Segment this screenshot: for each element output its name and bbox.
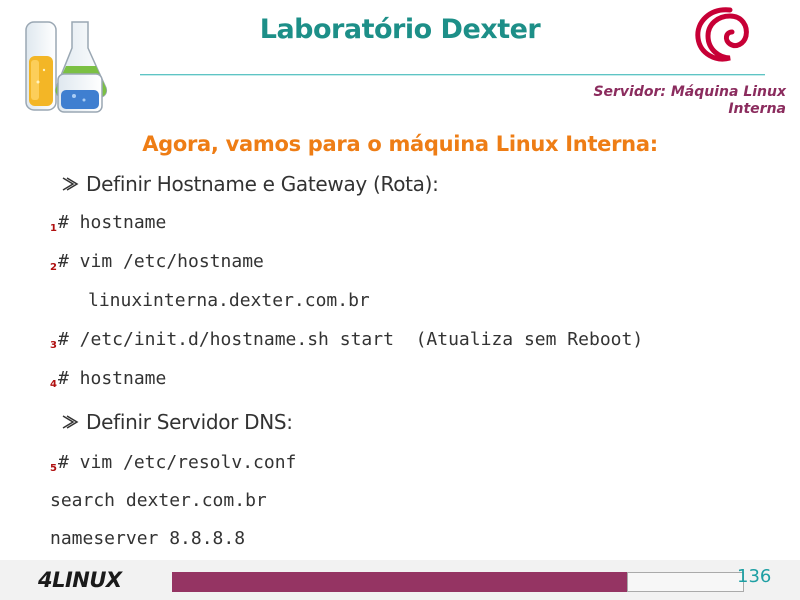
bullet-text: Definir Hostname e Gateway (Rota):	[86, 172, 439, 196]
command-text: # vim /etc/resolv.conf	[57, 452, 297, 473]
code-line: 4# hostname	[50, 368, 167, 390]
code-line: 3# /etc/init.d/hostname.sh start (Atuali…	[50, 329, 644, 351]
code-line: 2# vim /etc/hostname	[50, 251, 264, 273]
footer-logo: 4LINUX	[38, 568, 122, 592]
file-content-line: linuxinterna.dexter.com.br	[88, 290, 370, 311]
step-number: 5	[50, 463, 57, 474]
footer-progress-bar	[172, 572, 627, 592]
step-number: 2	[50, 262, 57, 273]
arrow-bullet-icon	[62, 415, 79, 429]
section-label: Servidor: Máquina Linux Interna	[593, 84, 786, 118]
command-text: # hostname	[57, 368, 167, 389]
bullet-text: Definir Servidor DNS:	[86, 410, 293, 434]
command-text: # /etc/init.d/hostname.sh start (Atualiz…	[57, 329, 644, 350]
debian-swirl-icon	[695, 7, 749, 62]
command-text: # hostname	[57, 212, 167, 233]
arrow-bullet-icon	[62, 177, 79, 191]
page-number: 136	[737, 566, 772, 587]
file-content-line: nameserver 8.8.8.8	[50, 528, 246, 549]
step-number: 3	[50, 340, 57, 351]
header-divider-shadow	[140, 75, 765, 76]
section-label-line-2: Interna	[728, 101, 786, 117]
step-number: 1	[50, 223, 57, 234]
section-label-line-1: Servidor: Máquina Linux	[593, 84, 786, 100]
file-content-line: search dexter.com.br	[50, 490, 267, 511]
code-line: 5# vim /etc/resolv.conf	[50, 452, 297, 474]
step-number: 4	[50, 379, 57, 390]
command-text: # vim /etc/hostname	[57, 251, 264, 272]
footer-progress-track	[627, 572, 744, 592]
slide-heading: Agora, vamos para o máquina Linux Intern…	[142, 132, 658, 156]
bullet-item: Definir Servidor DNS:	[60, 410, 293, 434]
page-title: Laboratório Dexter	[259, 14, 541, 45]
bullet-item: Definir Hostname e Gateway (Rota):	[60, 172, 439, 196]
code-line: 1# hostname	[50, 212, 167, 234]
